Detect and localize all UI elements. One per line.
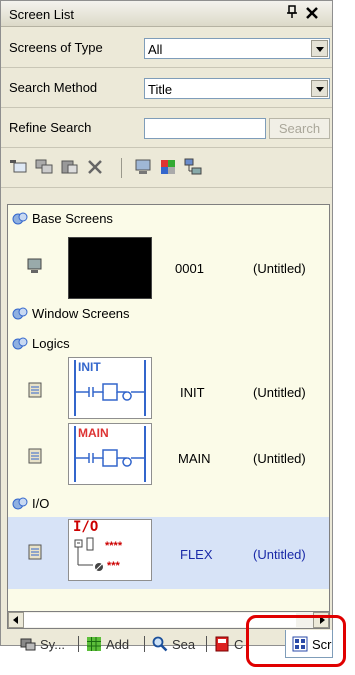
list-item[interactable]: MAIN MAIN (Untitled) — [8, 423, 329, 487]
address-grid-icon — [86, 636, 102, 652]
close-icon[interactable] — [306, 3, 318, 24]
refine-search-input[interactable] — [144, 118, 266, 139]
io-thumbnail: I/O **** *** — [68, 519, 152, 581]
logic-icon — [26, 381, 44, 399]
thumb-label: MAIN — [78, 426, 109, 440]
group-folder-icon — [12, 336, 28, 352]
screen-list-panel: Screen List Screens of Type All Search M… — [0, 0, 333, 646]
system-icon — [20, 636, 36, 652]
logic-icon — [26, 447, 44, 465]
group-label: I/O — [32, 496, 50, 511]
thumb-label: INIT — [78, 360, 101, 374]
toolbar-separator — [121, 158, 122, 178]
screen-thumbnail — [68, 237, 152, 299]
screen-toolbar — [1, 148, 332, 188]
monitor-icon[interactable] — [133, 157, 153, 177]
search-button[interactable]: Search — [269, 118, 330, 139]
panel-titlebar: Screen List — [1, 1, 332, 27]
chevron-down-icon[interactable] — [311, 80, 328, 97]
screen-title: (Untitled) — [253, 261, 306, 276]
screens-of-type-value: All — [148, 42, 163, 57]
red-book-icon — [214, 636, 230, 652]
tab-divider — [78, 636, 79, 652]
screens-of-type-label: Screens of Type — [9, 40, 103, 55]
scroll-left-icon[interactable] — [8, 612, 24, 628]
io-name: FLEX — [180, 547, 213, 562]
group-base-screens[interactable]: Base Screens — [8, 208, 329, 230]
list-item-selected[interactable]: I/O **** *** FLEX (Untitled) — [8, 517, 329, 589]
logic-name: MAIN — [178, 451, 211, 466]
group-folder-icon — [12, 496, 28, 512]
group-io[interactable]: I/O — [8, 493, 329, 515]
thumb-stars-1: **** — [105, 540, 123, 552]
io-screen-icon — [26, 543, 44, 561]
search-method-row: Search Method Title — [1, 68, 332, 108]
new-screen-icon[interactable] — [9, 157, 29, 177]
tab-search[interactable]: Sea — [146, 632, 206, 656]
logic-name: INIT — [180, 385, 205, 400]
screens-of-type-row: Screens of Type All — [1, 28, 332, 68]
screens-of-type-select[interactable]: All — [144, 38, 330, 59]
group-logics[interactable]: Logics — [8, 333, 329, 355]
screen-list-tree[interactable]: Base Screens 0001 (Untitled) Window Scre… — [7, 204, 330, 612]
tab-c[interactable]: C — [208, 632, 246, 656]
paste-screen-icon[interactable] — [59, 157, 79, 177]
tab-label: Add — [106, 637, 130, 652]
logic-title: (Untitled) — [253, 385, 306, 400]
thumb-stars-2: *** — [107, 560, 120, 572]
screen-tree-icon[interactable] — [183, 157, 203, 177]
list-item[interactable]: INIT INIT (Untitled) — [8, 357, 329, 421]
tab-label: Sy... — [40, 637, 66, 652]
group-label: Logics — [32, 336, 70, 351]
copy-screen-icon[interactable] — [34, 157, 54, 177]
highlight-annotation — [246, 615, 346, 667]
tab-address[interactable]: Add — [80, 632, 144, 656]
delete-icon[interactable] — [85, 157, 105, 177]
screen-name: 0001 — [175, 261, 204, 276]
logic-thumbnail: MAIN — [68, 423, 152, 485]
tab-label: Sea — [172, 637, 196, 652]
refine-search-label: Refine Search — [9, 120, 92, 135]
list-item[interactable]: 0001 (Untitled) — [8, 233, 329, 303]
color-palette-icon[interactable] — [158, 157, 178, 177]
tab-divider — [206, 636, 207, 652]
group-label: Window Screens — [32, 306, 130, 321]
tab-divider — [144, 636, 145, 652]
group-folder-icon — [12, 306, 28, 322]
search-method-label: Search Method — [9, 80, 98, 95]
search-icon — [152, 636, 168, 652]
screen-icon — [26, 257, 44, 275]
io-title: (Untitled) — [253, 547, 306, 562]
group-folder-icon — [12, 211, 28, 227]
panel-title: Screen List — [9, 7, 75, 22]
chevron-down-icon[interactable] — [311, 40, 328, 57]
tab-label: C — [234, 637, 244, 652]
search-method-value: Title — [148, 82, 173, 97]
refine-search-row: Refine Search Search — [1, 108, 332, 148]
logic-title: (Untitled) — [253, 451, 306, 466]
search-method-select[interactable]: Title — [144, 78, 330, 99]
tab-system[interactable]: Sy... — [14, 632, 76, 656]
pin-icon[interactable] — [286, 5, 298, 22]
group-window-screens[interactable]: Window Screens — [8, 303, 329, 325]
logic-thumbnail: INIT — [68, 357, 152, 419]
group-label: Base Screens — [32, 211, 113, 226]
